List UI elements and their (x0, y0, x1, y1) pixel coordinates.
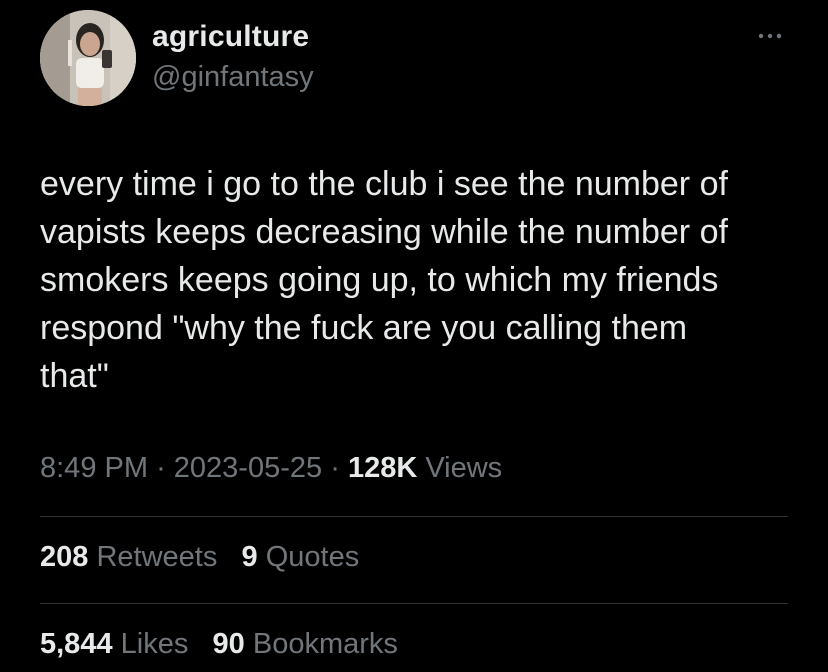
tweet-text-line: that" (40, 357, 109, 395)
divider (40, 603, 788, 604)
views-label[interactable]: Views (425, 452, 502, 484)
author-display-name[interactable]: agriculture (152, 20, 309, 54)
likes-stat[interactable]: 5,844 Likes (40, 628, 196, 660)
tweet-text: every time i go to the club i see the nu… (40, 160, 800, 400)
bookmarks-count: 90 (212, 628, 245, 660)
avatar-photo (40, 10, 136, 106)
retweets-label: Retweets (96, 541, 218, 573)
tweet-text-line: vapists keeps decreasing while the numbe… (40, 213, 728, 251)
retweets-stat[interactable]: 208 Retweets (40, 541, 225, 573)
meta-separator: · (156, 452, 166, 484)
tweet-meta: 8:49 PM · 2023-05-25 · 128K Views (40, 452, 502, 485)
quotes-count: 9 (241, 541, 258, 573)
meta-separator: · (330, 452, 340, 484)
tweet-time[interactable]: 8:49 PM (40, 452, 148, 484)
more-horizontal-icon[interactable] (752, 26, 788, 46)
divider (40, 516, 788, 517)
tweet-text-line: respond "why the fuck are you calling th… (40, 309, 688, 347)
engagement-row-1: 208 Retweets 9 Quotes (40, 541, 359, 574)
retweets-count: 208 (40, 541, 89, 573)
tweet-card: agriculture @ginfantasy every time i go … (0, 0, 828, 672)
quotes-label: Quotes (265, 541, 360, 573)
views-count[interactable]: 128K (348, 452, 417, 484)
tweet-text-line: smokers keeps going up, to which my frie… (40, 261, 719, 299)
tweet-text-line: every time i go to the club i see the nu… (40, 165, 728, 203)
quotes-stat[interactable]: 9 Quotes (242, 541, 360, 573)
engagement-row-2: 5,844 Likes 90 Bookmarks (40, 628, 398, 661)
avatar[interactable] (40, 10, 136, 106)
author-handle[interactable]: @ginfantasy (152, 61, 314, 94)
tweet-date[interactable]: 2023-05-25 (174, 452, 322, 484)
bookmarks-label: Bookmarks (252, 628, 398, 660)
bookmarks-stat[interactable]: 90 Bookmarks (213, 628, 398, 660)
likes-count: 5,844 (40, 628, 113, 660)
likes-label: Likes (120, 628, 189, 660)
